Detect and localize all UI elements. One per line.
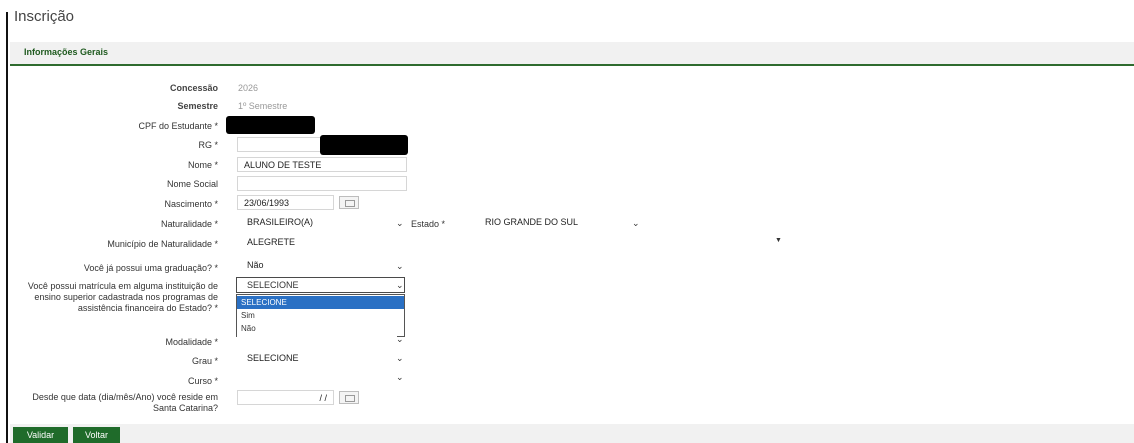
semestre-value: 1º Semestre <box>238 101 288 111</box>
chevron-down-icon: ⌄ <box>396 280 404 290</box>
chevron-down-icon: ⌄ <box>396 372 404 382</box>
concessao-value: 2026 <box>238 83 259 93</box>
grau-select[interactable]: SELECIONE <box>237 351 397 366</box>
nome-label: Nome * <box>187 160 218 170</box>
voltar-button[interactable]: Voltar <box>73 427 120 443</box>
graduacao-select[interactable]: Não <box>237 258 397 273</box>
calendar-icon[interactable] <box>339 196 359 209</box>
validar-button[interactable]: Validar <box>13 427 68 443</box>
cpf-label: CPF do Estudante * <box>138 121 218 131</box>
municipio-label: Município de Naturalidade * <box>107 239 218 249</box>
nascimento-label: Nascimento * <box>164 199 218 209</box>
chevron-down-icon: ⌄ <box>396 261 404 271</box>
section-title: Informações Gerais <box>24 47 109 57</box>
estado-select[interactable]: RIO GRANDE DO SUL <box>475 215 635 230</box>
grau-label: Grau * <box>191 356 218 366</box>
estado-label: Estado * <box>411 219 446 229</box>
nome-input[interactable]: ALUNO DE TESTE <box>237 157 407 172</box>
dropdown-arrow-icon: ▼ <box>775 237 782 244</box>
matricula-select[interactable]: SELECIONE <box>236 277 405 293</box>
desde-label: Desde que data (dia/mês/Ano) você reside… <box>32 392 218 413</box>
cpf-input-redacted[interactable] <box>226 116 315 134</box>
concessao-label: Concessão <box>169 83 218 93</box>
chevron-down-icon: ⌄ <box>396 353 404 363</box>
matricula-dropdown-list: SELECIONE Sim Não <box>236 294 405 337</box>
naturalidade-label: Naturalidade * <box>160 219 218 229</box>
curso-label: Curso * <box>187 376 218 386</box>
dropdown-option-sim[interactable]: Sim <box>237 309 404 322</box>
modalidade-label: Modalidade * <box>165 337 218 347</box>
left-border <box>6 12 8 443</box>
form-footer <box>10 424 1134 443</box>
chevron-down-icon: ⌄ <box>396 334 404 344</box>
calendar-icon[interactable] <box>339 391 359 404</box>
graduacao-label: Você já possui uma graduação? * <box>83 263 218 273</box>
rg-redaction <box>320 135 408 155</box>
chevron-down-icon: ⌄ <box>396 218 404 228</box>
section-header: Informações Gerais <box>10 42 1134 66</box>
chevron-down-icon: ⌄ <box>632 218 640 228</box>
dropdown-option-nao[interactable]: Não <box>237 322 404 335</box>
matricula-label: Você possui matrícula em alguma institui… <box>27 281 218 313</box>
curso-select[interactable] <box>237 370 397 385</box>
semestre-label: Semestre <box>177 101 218 111</box>
modalidade-select[interactable] <box>237 336 397 342</box>
nascimento-input[interactable]: 23/06/1993 <box>237 195 334 210</box>
municipio-select[interactable]: ALEGRETE <box>237 235 777 250</box>
nome-social-label: Nome Social <box>166 179 218 189</box>
naturalidade-select[interactable]: BRASILEIRO(A) <box>237 215 397 230</box>
nome-social-input[interactable] <box>237 176 407 191</box>
page-title: Inscrição <box>14 8 75 25</box>
desde-input[interactable]: / / <box>237 390 334 405</box>
dropdown-option-selecione[interactable]: SELECIONE <box>237 296 404 309</box>
rg-label: RG * <box>198 140 218 150</box>
